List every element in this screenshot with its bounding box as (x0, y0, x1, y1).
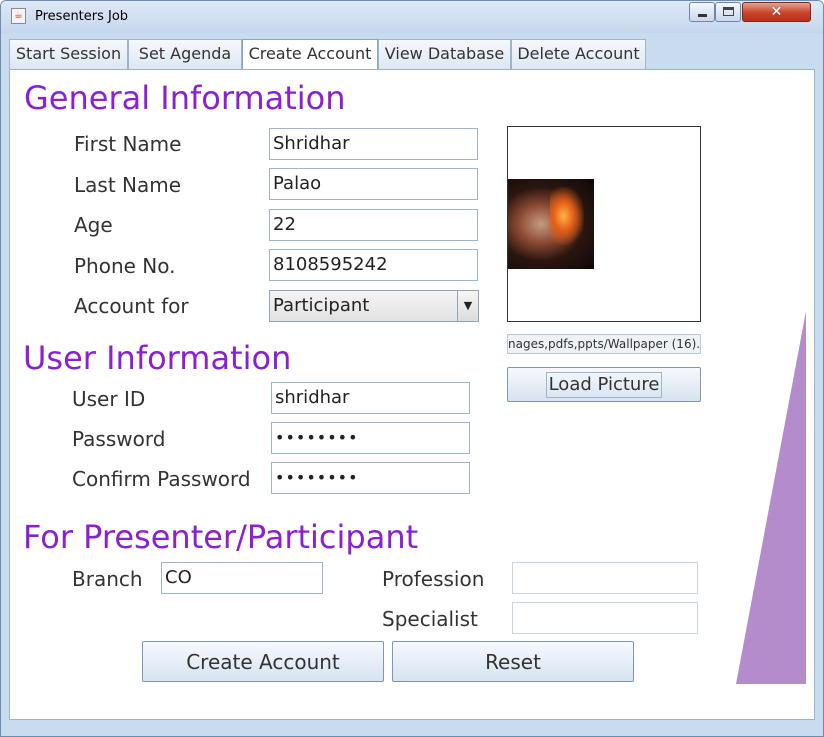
tab-set-agenda[interactable]: Set Agenda (128, 39, 242, 69)
app-window: ☕ Presenters Job ✕ Start Session Set Age… (0, 0, 824, 737)
window-title: Presenters Job (35, 9, 129, 24)
confirm-password-label: Confirm Password (72, 467, 251, 491)
tab-create-account[interactable]: Create Account (242, 39, 378, 70)
java-app-icon: ☕ (11, 8, 26, 24)
general-info-heading: General Information (24, 79, 346, 117)
profession-label: Profession (382, 567, 485, 591)
reset-button[interactable]: Reset (392, 641, 634, 682)
profession-field[interactable] (512, 562, 698, 594)
user-id-field[interactable]: shridhar (271, 382, 470, 414)
specialist-label: Specialist (382, 607, 478, 631)
close-button[interactable]: ✕ (742, 2, 811, 22)
age-label: Age (74, 213, 113, 237)
picture-path-field[interactable]: nages,pdfs,ppts/Wallpaper (16).jpg (507, 334, 701, 354)
profile-picture-frame (507, 126, 701, 322)
create-account-button[interactable]: Create Account (142, 641, 384, 682)
age-field[interactable]: 22 (269, 209, 478, 241)
user-info-heading: User Information (23, 339, 292, 377)
maximize-button[interactable] (715, 2, 741, 22)
title-bar[interactable]: ☕ Presenters Job ✕ (1, 1, 823, 33)
account-for-label: Account for (74, 294, 189, 318)
first-name-label: First Name (74, 132, 182, 156)
account-for-select[interactable]: Participant ▼ (269, 290, 479, 322)
password-label: Password (72, 427, 166, 451)
minimize-button[interactable] (689, 2, 715, 22)
last-name-label: Last Name (74, 173, 182, 197)
phone-field[interactable]: 8108595242 (269, 249, 478, 281)
tab-delete-account[interactable]: Delete Account (511, 39, 646, 69)
load-picture-label: Load Picture (545, 372, 663, 398)
tab-start-session[interactable]: Start Session (9, 39, 128, 69)
specialist-field[interactable] (512, 602, 698, 634)
tab-view-database[interactable]: View Database (378, 39, 511, 69)
user-id-label: User ID (72, 387, 146, 411)
close-icon: ✕ (770, 4, 783, 20)
branch-label: Branch (72, 567, 143, 591)
account-for-value: Participant (273, 295, 370, 316)
profile-picture (508, 179, 594, 269)
first-name-field[interactable]: Shridhar (269, 128, 478, 160)
last-name-field[interactable]: Palao (269, 168, 478, 200)
phone-label: Phone No. (74, 254, 176, 278)
chevron-down-icon[interactable]: ▼ (457, 291, 478, 321)
confirm-password-field[interactable]: •••••••• (271, 462, 470, 494)
maximize-icon (723, 7, 734, 16)
branch-field[interactable]: CO (161, 562, 323, 594)
presenter-participant-heading: For Presenter/Participant (23, 518, 419, 556)
load-picture-button[interactable]: Load Picture (507, 367, 701, 402)
password-field[interactable]: •••••••• (271, 422, 470, 454)
minimize-icon (698, 14, 707, 17)
decorative-purple-wedge (736, 311, 806, 684)
